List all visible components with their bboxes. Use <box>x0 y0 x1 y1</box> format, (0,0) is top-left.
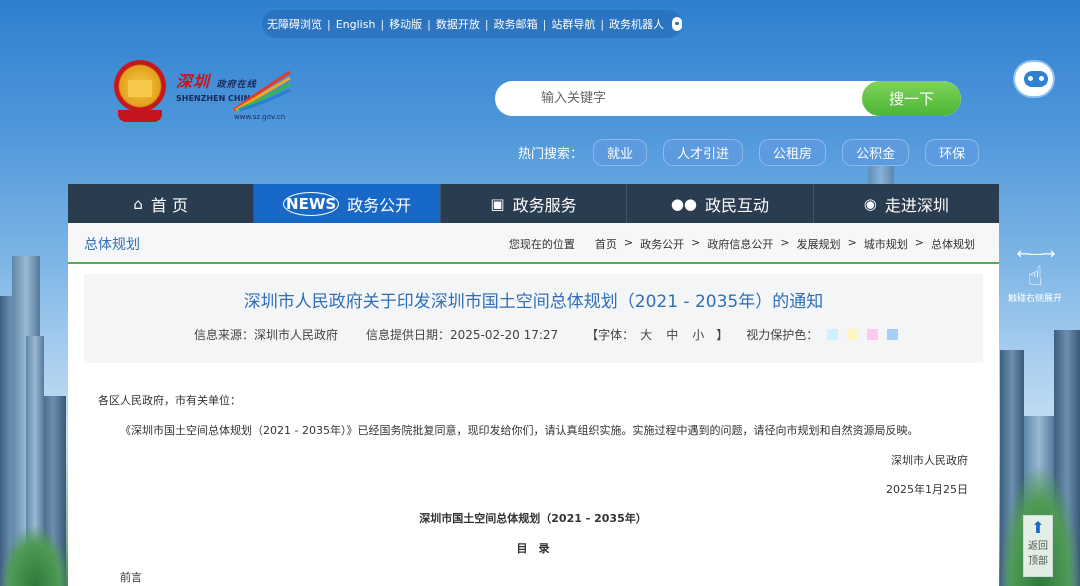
hot-tag-employment[interactable]: 就业 <box>593 139 648 166</box>
hot-tag-talent[interactable]: 人才引进 <box>663 139 744 166</box>
nav-interaction[interactable]: ●● 政民互动 <box>627 184 814 223</box>
logo-swoosh-icon <box>233 70 291 112</box>
nav-about-shenzhen-label: 走进深圳 <box>884 195 949 215</box>
toplink-gov-mail[interactable]: 政务邮箱 <box>489 16 543 32</box>
search-box: 搜一下 <box>495 81 961 116</box>
hot-tag-environment[interactable]: 环保 <box>925 139 980 166</box>
main-nav: ⌂ 首 页 NEWS 政务公开 ▣ 政务服务 ●● 政民互动 ◉ 走进深圳 <box>68 184 999 223</box>
search-button[interactable]: 搜一下 <box>862 81 961 116</box>
toplink-site-nav[interactable]: 站群导航 <box>546 16 600 32</box>
hot-tag-housing-fund[interactable]: 公积金 <box>842 139 910 166</box>
toplink-gov-robot[interactable]: 政务机器人 <box>604 16 669 32</box>
toplink-english[interactable]: English <box>331 18 381 31</box>
gov-robot-widget[interactable] <box>1013 62 1055 102</box>
breadcrumb-home[interactable]: 首页 <box>595 236 617 252</box>
article-sign-date: 2025年1月25日 <box>886 483 968 496</box>
nav-gov-services[interactable]: ▣ 政务服务 <box>441 184 628 223</box>
eye-protection-label: 视力保护色： <box>746 328 819 342</box>
article-greeting: 各区人民政府，市有关单位： <box>98 394 241 407</box>
breadcrumb: 您现在的位置 首页 > 政务公开 > 政府信息公开 > 发展规划 > 城市规划 > 总体规… <box>508 236 975 252</box>
nav-home-label: 首 页 <box>150 195 189 215</box>
home-icon: ⌂ <box>133 194 143 213</box>
eye-color-swatch-pink[interactable] <box>867 329 879 340</box>
hot-search-label: 热门搜索： <box>518 147 584 162</box>
nav-gov-affairs-label: 政务公开 <box>347 195 412 215</box>
nav-gov-affairs[interactable]: NEWS 政务公开 <box>254 184 441 223</box>
eye-color-swatch-blue[interactable] <box>887 329 899 340</box>
double-arrow-icon: ←—→ <box>1016 244 1056 263</box>
eye-color-swatch-yellow[interactable] <box>847 329 859 340</box>
chat-icon: ◉ <box>863 194 877 213</box>
preface-heading: 前言 <box>120 571 142 584</box>
back-to-top-button[interactable]: ⬆ 返回 顶部 <box>1023 515 1053 577</box>
nav-home[interactable]: ⌂ 首 页 <box>68 184 255 223</box>
article-signer: 深圳市人民政府 <box>891 454 968 467</box>
font-size-medium[interactable]: 中 <box>666 326 678 343</box>
nav-about-shenzhen[interactable]: ◉ 走进深圳 <box>814 184 999 223</box>
monitor-icon: ▣ <box>490 194 505 213</box>
logo-url-text: www.sz.gov.cn <box>234 113 286 121</box>
top-links-bar: 无障碍浏览 | English | 移动版 | 数据开放 | 政务邮箱 | 站群导航 | 政… <box>262 10 682 38</box>
news-icon: NEWS <box>283 191 340 216</box>
doc-heading: 深圳市国土空间总体规划（2021 - 2035年） <box>419 512 647 525</box>
nav-gov-services-label: 政务服务 <box>512 195 577 215</box>
article-source: 信息来源：深圳市人民政府 <box>194 328 339 342</box>
logo-cn-text: 深圳 <box>176 72 211 91</box>
font-size-small[interactable]: 小 <box>692 326 704 343</box>
hand-pointer-icon: ☝ <box>1027 262 1043 292</box>
eye-color-swatch-cyan[interactable] <box>827 329 839 340</box>
breadcrumb-prefix: 您现在的位置 <box>508 238 575 251</box>
article-content: 深圳市人民政府关于印发深圳市国土空间总体规划（2021 - 2035年）的通知 … <box>68 264 999 586</box>
article-meta: 信息来源：深圳市人民政府 信息提供日期：2025-02-20 17:27 【字体… <box>194 326 899 343</box>
breadcrumb-dev-planning[interactable]: 发展规划 <box>797 236 841 252</box>
toc-heading: 目 录 <box>516 542 550 555</box>
nav-interaction-label: 政民互动 <box>705 195 770 215</box>
people-icon: ●● <box>670 194 697 213</box>
article-header: 深圳市人民政府关于印发深圳市国土空间总体规划（2021 - 2035年）的通知 … <box>84 274 983 363</box>
arrow-up-icon: ⬆ <box>1031 518 1045 537</box>
back-to-top-label-2: 顶部 <box>1028 556 1048 567</box>
side-expand-handle[interactable]: ←—→ ☝ 触碰右侧展开 <box>1006 244 1064 304</box>
search-input[interactable] <box>495 81 855 116</box>
breadcrumb-city-planning[interactable]: 城市规划 <box>864 236 908 252</box>
article-date: 信息提供日期：2025-02-20 17:27 <box>366 328 559 342</box>
national-emblem-logo <box>110 60 170 126</box>
breadcrumb-bar: 总体规划 您现在的位置 首页 > 政务公开 > 政府信息公开 > 发展规划 > 城市规划… <box>68 223 999 264</box>
font-size-close: 】 <box>716 328 729 342</box>
robot-icon[interactable] <box>672 17 682 31</box>
breadcrumb-gov-affairs[interactable]: 政务公开 <box>640 236 684 252</box>
font-size-large[interactable]: 大 <box>640 326 652 343</box>
article-paragraph: 《深圳市国土空间总体规划（2021 - 2035年）》已经国务院批复同意，现印发… <box>120 424 919 437</box>
article-title: 深圳市人民政府关于印发深圳市国土空间总体规划（2021 - 2035年）的通知 <box>243 292 824 312</box>
breadcrumb-master-plan[interactable]: 总体规划 <box>931 236 975 252</box>
back-to-top-label-1: 返回 <box>1028 541 1048 552</box>
toplink-accessibility[interactable]: 无障碍浏览 <box>262 16 327 32</box>
hot-search: 热门搜索： 就业 人才引进 公租房 公积金 环保 <box>518 139 995 166</box>
hot-tag-public-housing[interactable]: 公租房 <box>759 139 827 166</box>
font-size-label: 【字体： <box>586 328 635 342</box>
section-title: 总体规划 <box>84 237 140 253</box>
side-expand-label: 触碰右侧展开 <box>1007 294 1062 304</box>
breadcrumb-info-disclosure[interactable]: 政府信息公开 <box>707 236 773 252</box>
toplink-mobile[interactable]: 移动版 <box>384 16 427 32</box>
toplink-open-data[interactable]: 数据开放 <box>431 16 485 32</box>
